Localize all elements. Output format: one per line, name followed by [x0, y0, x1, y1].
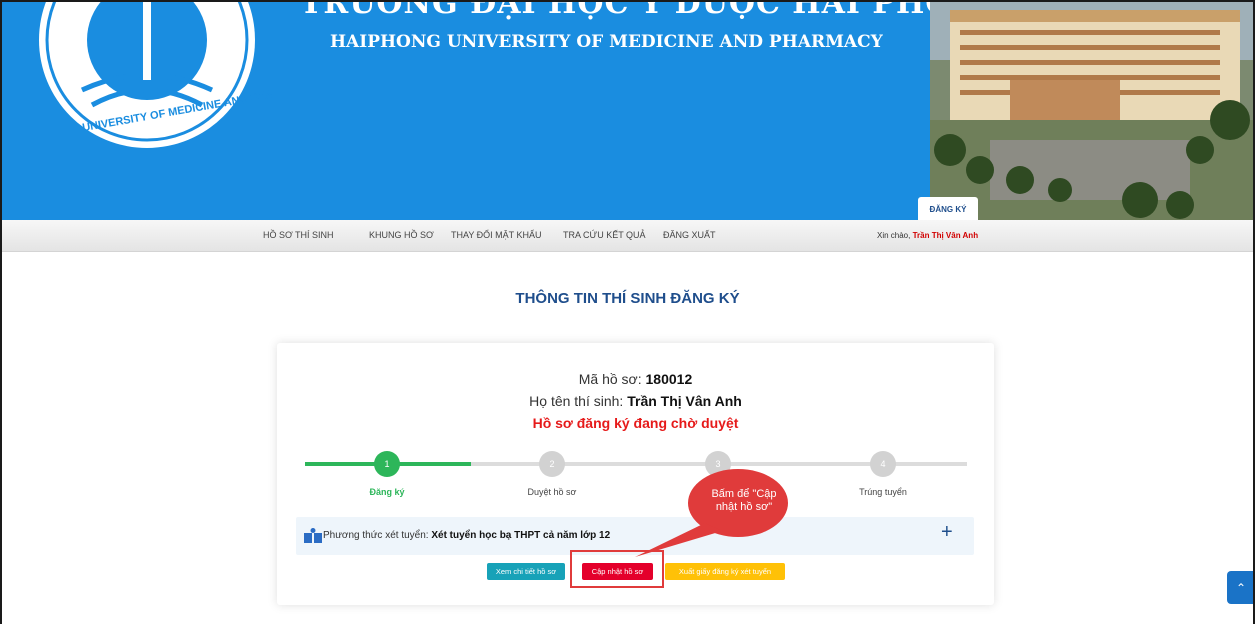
- profile-name-label: Họ tên thí sinh:: [529, 393, 624, 409]
- page-title: THÔNG TIN THÍ SINH ĐĂNG KÝ: [515, 290, 740, 307]
- step-1-circle: 1: [374, 451, 400, 477]
- step-2-circle: 2: [539, 451, 565, 477]
- admission-method-value: Xét tuyển học bạ THPT cả năm lớp 12: [431, 530, 611, 541]
- greeting-label: Xin chào,: [877, 231, 911, 240]
- profile-name-value: Trần Thị Vân Anh: [627, 393, 742, 409]
- profile-status: Hồ sơ đăng ký đang chờ duyệt: [532, 415, 739, 431]
- nav-khung-ho-so[interactable]: KHUNG HỒ SƠ: [369, 230, 434, 240]
- nav-tra-cuu-ket-qua[interactable]: TRA CỨU KẾT QUẢ: [563, 230, 646, 240]
- plus-icon[interactable]: +: [941, 521, 953, 544]
- chevron-up-icon: ⌃: [1235, 580, 1247, 595]
- profile-name-line: Họ tên thí sinh: Trần Thị Vân Anh: [277, 393, 994, 409]
- nav-ho-so-thi-sinh[interactable]: HỒ SƠ THÍ SINH: [263, 230, 334, 240]
- banner-title-english: HAIPHONG UNIVERSITY OF MEDICINE AND PHAR…: [330, 32, 883, 52]
- step-4-label: Trúng tuyển: [859, 487, 907, 497]
- view-profile-button[interactable]: Xem chi tiết hồ sơ: [487, 563, 565, 580]
- nav-thay-doi-mat-khau[interactable]: THAY ĐỔI MẬT KHẨU: [451, 230, 542, 240]
- step-1-label: Đăng ký: [369, 487, 405, 497]
- user-name-link[interactable]: Trần Thị Vân Anh: [913, 231, 978, 240]
- university-logo: UNIVERSITY OF MEDICINE AND PHARMACY: [39, 0, 272, 148]
- header-banner: UNIVERSITY OF MEDICINE AND PHARMACY TRƯỜ…: [0, 0, 1255, 220]
- nav-dang-xuat[interactable]: ĐĂNG XUẤT: [663, 230, 716, 240]
- step-4-circle: 4: [870, 451, 896, 477]
- step-2-label: Duyệt hồ sơ: [527, 487, 577, 497]
- user-greeting: Xin chào, Trần Thị Vân Anh: [877, 231, 978, 240]
- profile-code-value: 180012: [645, 371, 693, 387]
- callout-text: Bấm để "Cập nhật hồ sơ": [694, 488, 794, 514]
- export-registration-button[interactable]: Xuất giấy đăng ký xét tuyển: [665, 563, 785, 580]
- profile-code-line: Mã hồ sơ: 180012: [277, 371, 994, 387]
- banner-title-vietnamese: TRƯỜNG ĐẠI HỌC Y DƯỢC HẢI PHÒNG: [300, 0, 1008, 21]
- profile-code-label: Mã hồ sơ:: [578, 371, 642, 387]
- admission-method-text: Phương thức xét tuyển: Xét tuyển học bạ …: [323, 530, 610, 541]
- main-nav: HỒ SƠ THÍ SINH KHUNG HỒ SƠ THAY ĐỔI MẬT …: [0, 220, 1255, 252]
- callout-bubble: [635, 469, 788, 557]
- admission-method-label: Phương thức xét tuyển:: [323, 530, 429, 541]
- scroll-to-top-button[interactable]: ⌃: [1227, 571, 1255, 604]
- book-icon: [304, 528, 322, 543]
- campus-photo: [930, 0, 1255, 220]
- callout-line-1: Bấm để "Cập: [711, 488, 777, 500]
- tab-dang-ky[interactable]: ĐĂNG KÝ: [918, 197, 978, 220]
- callout-line-2: nhật hồ sơ": [715, 501, 773, 513]
